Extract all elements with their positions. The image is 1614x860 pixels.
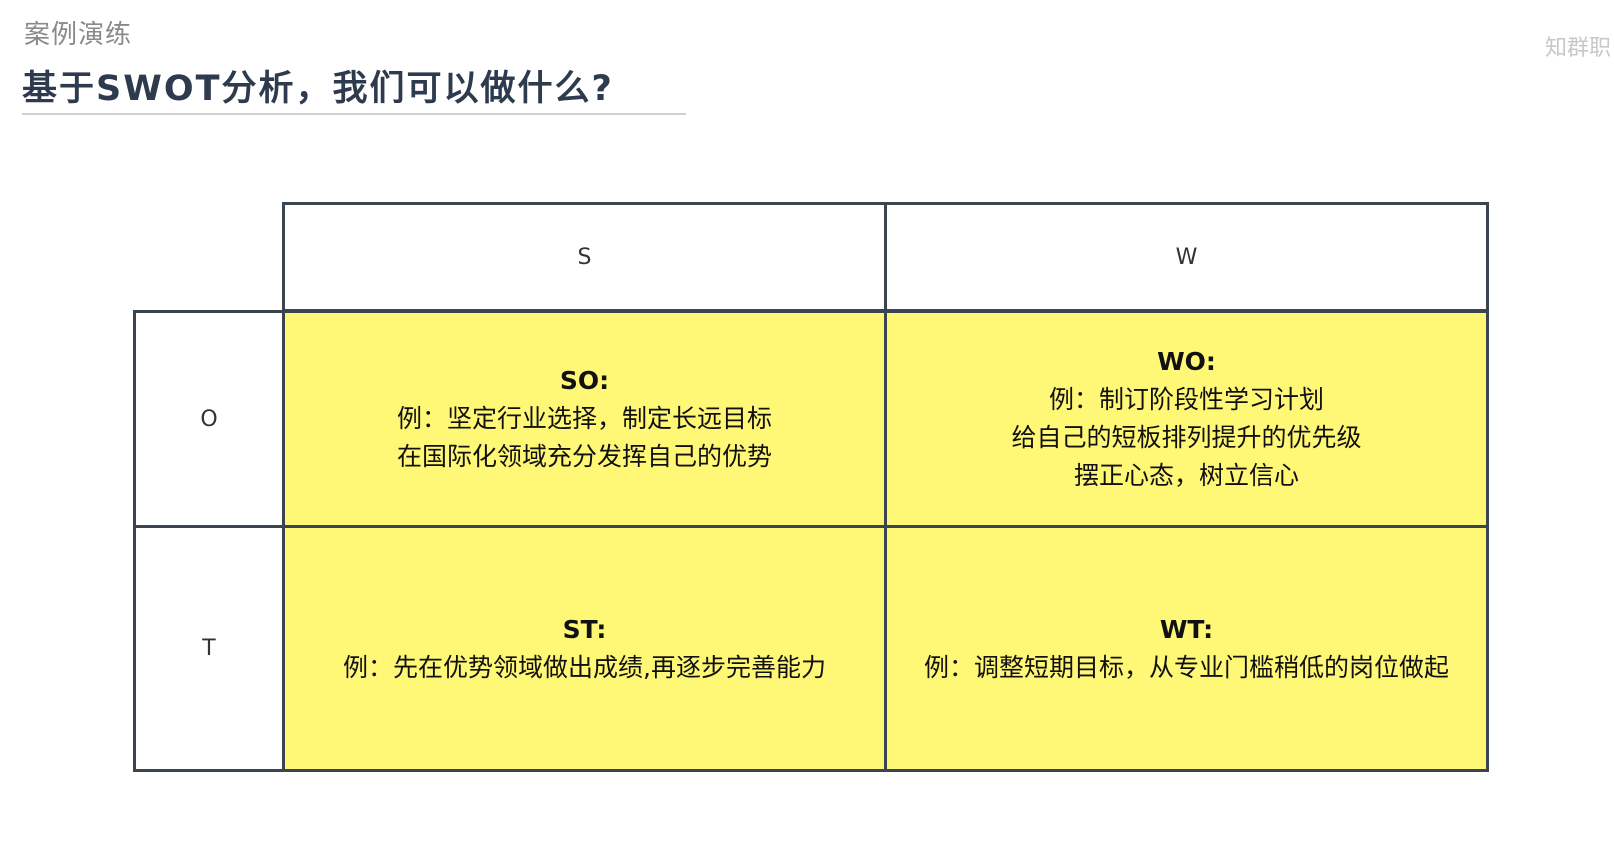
wt-title: WT: (1159, 614, 1214, 644)
cell-st: ST: 例：先在优势领域做出成绩,再逐步完善能力 (282, 525, 887, 772)
row-label-o-text: O (200, 406, 218, 432)
section-label: 案例演练 (24, 20, 133, 50)
so-line: 例：坚定行业选择，制定长远目标 (396, 404, 772, 433)
title-underline (22, 113, 686, 115)
wo-line: 例：制订阶段性学习计划 (1048, 385, 1324, 414)
row-label-o: O (133, 310, 285, 528)
column-header-s: S (282, 202, 887, 312)
watermark-text: 知群职 (1545, 36, 1612, 61)
wo-line: 摆正心态，树立信心 (1073, 461, 1299, 490)
row-label-t: T (133, 525, 285, 772)
wt-line: 例：调整短期目标，从专业门槛稍低的岗位做起 (923, 652, 1449, 682)
row-label-t-text: T (202, 636, 216, 661)
column-header-s-label: S (577, 244, 592, 270)
cell-wo: WO: 例：制订阶段性学习计划 给自己的短板排列提升的优先级 摆正心态，树立信心 (884, 310, 1489, 528)
cell-so: SO: 例：坚定行业选择，制定长远目标 在国际化领域充分发挥自己的优势 (282, 310, 887, 528)
st-title: ST: (562, 614, 607, 644)
wo-line: 给自己的短板排列提升的优先级 (1011, 423, 1362, 452)
so-title: SO: (559, 366, 610, 395)
cell-wt: WT: 例：调整短期目标，从专业门槛稍低的岗位做起 (884, 525, 1489, 772)
column-header-w-label: W (1175, 244, 1198, 270)
page-title: 基于SWOT分析，我们可以做什么? (22, 69, 614, 109)
st-line: 例：先在优势领域做出成绩,再逐步完善能力 (343, 652, 826, 682)
so-line: 在国际化领域充分发挥自己的优势 (396, 442, 772, 471)
column-header-w: W (884, 202, 1489, 312)
wo-title: WO: (1157, 347, 1216, 376)
